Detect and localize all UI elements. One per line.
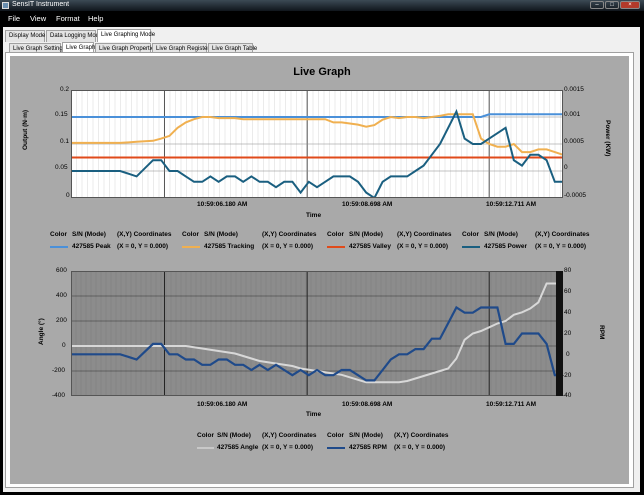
top-y-label: Output (N·m) [22, 109, 29, 150]
menu-file[interactable]: File [8, 14, 20, 23]
bottom-y2-tick: 20 [564, 330, 572, 337]
bottom-y2-tick: 0 [566, 351, 570, 358]
legend-power-xy: (X = 0, Y = 0.000) [535, 243, 587, 250]
legend-tracking-sn: 427585 Tracking [204, 243, 255, 250]
bottom-x-label: Time [306, 411, 322, 418]
legend-header-color: Color [327, 231, 344, 238]
app-icon [2, 2, 9, 9]
menu-help[interactable]: Help [88, 14, 103, 23]
top-x-label: Time [306, 212, 322, 219]
legend-header-sn: S/N (Mode) [204, 231, 238, 238]
top-y-tick: 0.1 [60, 138, 70, 145]
top-y2-label: Power (KW) [604, 120, 611, 157]
legend-swatch-peak [50, 246, 68, 248]
legend-header-color: Color [462, 231, 479, 238]
bottom-y-tick: -400 [52, 392, 66, 399]
top-y-tick: 0 [66, 192, 70, 199]
bottom-y-tick: 0 [62, 342, 66, 349]
bottom-y-tick: 600 [56, 267, 67, 274]
legend-peak-xy: (X = 0, Y = 0.000) [117, 243, 169, 250]
legend-valley-xy: (X = 0, Y = 0.000) [397, 243, 449, 250]
chart-title: Live Graph [293, 66, 351, 78]
legend-header-sn: S/N (Mode) [72, 231, 106, 238]
legend-swatch-rpm [327, 447, 345, 449]
legend-peak-sn: 427585 Peak [72, 243, 111, 250]
bottom-chart [71, 271, 563, 396]
top-y2-tick: 0.0015 [564, 86, 584, 93]
bottom-x-tick: 10:59:06.180 AM [197, 401, 248, 408]
top-y-tick: 0.05 [55, 164, 68, 171]
window-title: SensIT Instrument [12, 1, 70, 8]
minimize-button[interactable]: – [590, 1, 604, 9]
tab-data-logging-mode[interactable]: Data Logging Mode [46, 30, 102, 42]
top-chart [71, 90, 563, 198]
menu-format[interactable]: Format [56, 14, 80, 23]
top-x-tick: 10:59:06.180 AM [197, 201, 248, 208]
legend-header-sn: S/N (Mode) [484, 231, 518, 238]
maximize-button[interactable]: □ [605, 1, 619, 9]
bottom-y2-tick: -20 [562, 372, 572, 379]
legend-swatch-valley [327, 246, 345, 248]
legend-header-xy: (X,Y) Coordinates [117, 231, 172, 238]
y2-axis-bar [556, 271, 563, 396]
top-x-tick: 10:59:12.711 AM [486, 201, 536, 208]
legend-header-color: Color [327, 432, 344, 439]
legend-header-xy: (X,Y) Coordinates [262, 432, 317, 439]
bottom-y-label: Angle (°) [38, 318, 45, 345]
top-y2-tick: 0.001 [564, 111, 581, 118]
bottom-y-tick: 200 [56, 317, 67, 324]
bottom-y2-tick: 60 [564, 288, 572, 295]
legend-swatch-angle [197, 447, 214, 449]
menu-view[interactable]: View [30, 14, 46, 23]
legend-header-sn: S/N (Mode) [349, 231, 383, 238]
bottom-y2-tick: 40 [564, 309, 572, 316]
top-y-tick: 0.2 [60, 86, 70, 93]
bottom-x-tick: 10:59:12.711 AM [486, 401, 536, 408]
tab-live-graphing-mode[interactable]: Live Graphing Mode [97, 29, 155, 42]
legend-valley-sn: 427585 Valley [349, 243, 391, 250]
top-y2-tick: -0.0005 [564, 192, 587, 199]
legend-header-xy: (X,Y) Coordinates [535, 231, 590, 238]
bottom-y-tick: -200 [52, 367, 66, 374]
legend-rpm-sn: 427585 RPM [349, 444, 387, 451]
bottom-y-tick: 400 [56, 292, 67, 299]
top-y-tick: 0.15 [55, 111, 68, 118]
top-y2-tick: 0.0005 [564, 138, 584, 145]
legend-angle-sn: 427585 Angle [217, 444, 259, 451]
legend-header-xy: (X,Y) Coordinates [394, 432, 449, 439]
bottom-y2-tick: -40 [562, 392, 572, 399]
bottom-y2-label: RPM [598, 325, 605, 340]
legend-header-xy: (X,Y) Coordinates [397, 231, 452, 238]
close-button[interactable]: × [620, 1, 640, 9]
legend-header-color: Color [50, 231, 67, 238]
menu-bar: File View Format Help [0, 11, 644, 26]
legend-header-color: Color [197, 432, 214, 439]
legend-header-color: Color [182, 231, 199, 238]
bottom-y2-tick: 80 [564, 267, 572, 274]
legend-swatch-tracking [182, 246, 200, 248]
legend-swatch-power [462, 246, 480, 248]
window-titlebar: SensIT Instrument – □ × [0, 0, 644, 11]
top-x-tick: 10:59:08.698 AM [342, 201, 393, 208]
legend-angle-xy: (X = 0, Y = 0.000) [262, 444, 314, 451]
legend-header-xy: (X,Y) Coordinates [262, 231, 317, 238]
bottom-x-tick: 10:59:08.698 AM [342, 401, 393, 408]
legend-header-sn: S/N (Mode) [217, 432, 251, 439]
legend-tracking-xy: (X = 0, Y = 0.000) [262, 243, 314, 250]
legend-rpm-xy: (X = 0, Y = 0.000) [394, 444, 446, 451]
top-y2-tick: 0 [564, 164, 568, 171]
tab-display-mode[interactable]: Display Mode [5, 30, 45, 42]
legend-header-sn: S/N (Mode) [349, 432, 383, 439]
legend-power-sn: 427585 Power [484, 243, 528, 250]
